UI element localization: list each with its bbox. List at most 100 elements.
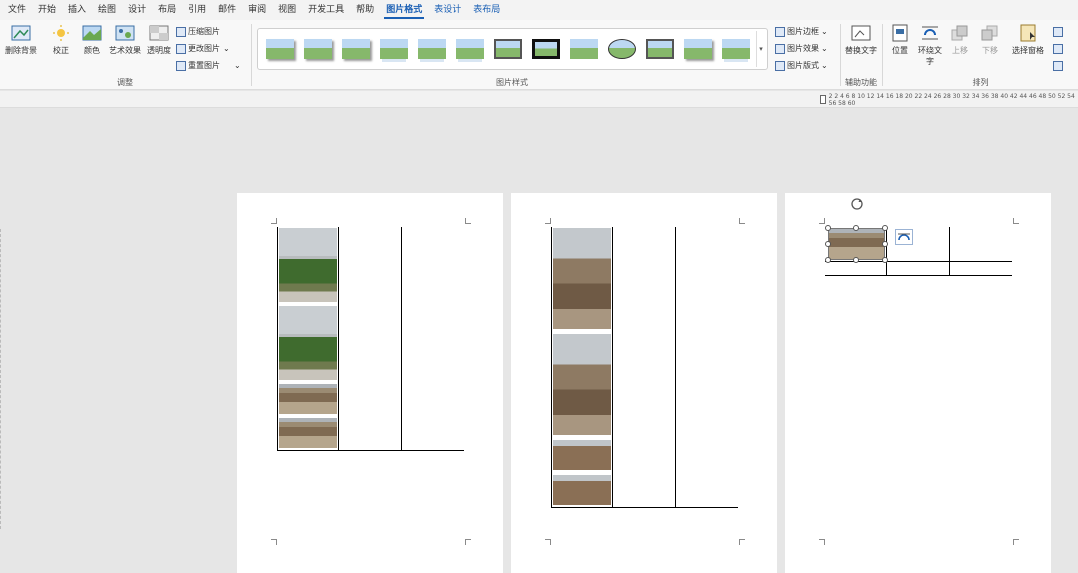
tab-draw[interactable]: 绘图 [92, 0, 122, 20]
margin-corner-mark [545, 539, 551, 545]
selected-picture[interactable] [828, 228, 885, 260]
picture-border-button[interactable]: 图片边框 ⌄ [775, 24, 828, 39]
resize-handle[interactable] [882, 225, 888, 231]
tab-table-design[interactable]: 表设计 [428, 0, 467, 20]
chevron-down-icon: ⌄ [821, 61, 828, 70]
resize-handle[interactable] [825, 257, 831, 263]
compress-pictures-button[interactable]: 压缩图片 [176, 24, 220, 39]
resize-handle[interactable] [825, 225, 831, 231]
table-border [338, 227, 339, 451]
wrap-text-button[interactable]: 环绕文字 [915, 24, 945, 67]
photo-field[interactable] [278, 305, 338, 381]
picture-style-simple-frame[interactable] [264, 36, 296, 62]
position-icon [890, 24, 910, 42]
margin-corner-mark [465, 539, 471, 545]
margin-corner-mark [739, 539, 745, 545]
selection-pane-button[interactable]: 选择窗格 [1007, 24, 1049, 56]
photo-dirt-field[interactable] [552, 227, 612, 330]
picture-effects-button[interactable]: 图片效果 ⌄ [775, 41, 828, 56]
alt-text-icon [851, 24, 871, 42]
align-icon [1053, 26, 1063, 37]
picture-style-oval[interactable] [606, 36, 638, 62]
resize-handle[interactable] [853, 225, 859, 231]
tab-picture-format[interactable]: 图片格式 [380, 0, 428, 20]
photo-road[interactable] [278, 383, 338, 415]
table-border [949, 227, 950, 275]
reset-picture-icon [176, 60, 186, 71]
margin-corner-mark [739, 218, 745, 224]
margin-corner-mark [1013, 539, 1019, 545]
photo-field[interactable] [278, 227, 338, 303]
artistic-effects-button[interactable]: 艺术效果 [108, 24, 142, 56]
chevron-down-icon: ⌄ [223, 44, 230, 53]
wrap-text-icon [920, 24, 940, 42]
remove-background-button[interactable]: 删除背景 [2, 24, 40, 56]
picture-style-bevel[interactable] [682, 36, 714, 62]
tab-view[interactable]: 视图 [272, 0, 302, 20]
tab-table-layout[interactable]: 表布局 [467, 0, 506, 20]
picture-style-drop-shadow[interactable] [340, 36, 372, 62]
change-picture-button[interactable]: 更改图片 ⌄ [176, 41, 230, 56]
table-border [551, 507, 738, 508]
picture-styles-gallery: ▾ [257, 28, 768, 70]
tab-design[interactable]: 设计 [122, 0, 152, 20]
rotate-button[interactable] [1053, 58, 1065, 73]
table-border [886, 227, 887, 275]
bring-forward-icon [950, 24, 970, 42]
rotate-handle-icon[interactable] [850, 196, 864, 210]
group-button[interactable] [1053, 41, 1065, 56]
margin-corner-mark [545, 218, 551, 224]
tab-mailings[interactable]: 邮件 [212, 0, 242, 20]
tab-help[interactable]: 帮助 [350, 0, 380, 20]
bring-forward-button[interactable]: 上移 [947, 24, 973, 56]
ruler-scale[interactable]: 2 2 4 6 8 10 12 14 16 18 20 22 24 26 28 … [820, 93, 1078, 107]
alt-text-button[interactable]: 替换文字 [845, 24, 877, 56]
page-3 [785, 193, 1051, 573]
tab-developer[interactable]: 开发工具 [302, 0, 350, 20]
corrections-button[interactable]: 校正 [48, 24, 74, 56]
chevron-down-icon: ⌄ [821, 27, 828, 36]
picture-style-reflected[interactable] [378, 36, 410, 62]
resize-handle[interactable] [853, 257, 859, 263]
photo-road[interactable] [278, 417, 338, 449]
picture-style-reflected-rounded[interactable] [416, 36, 448, 62]
picture-style-soft-edge[interactable] [302, 36, 334, 62]
picture-style-thick-frame[interactable] [492, 36, 524, 62]
reset-picture-button[interactable]: 重置图片 ⌄ [176, 58, 241, 73]
adjust-group: 删除背景 校正 颜色 艺术效果 透明度 压缩图片 更改图片 ⌄ 重置图片 ⌄ 调… [0, 20, 250, 90]
align-button[interactable] [1053, 24, 1065, 39]
resize-handle[interactable] [825, 241, 831, 247]
position-button[interactable]: 位置 [887, 24, 913, 56]
send-backward-button[interactable]: 下移 [977, 24, 1003, 56]
resize-handle[interactable] [882, 241, 888, 247]
resize-handle[interactable] [882, 257, 888, 263]
ribbon-tabs: 文件 开始 插入 绘图 设计 布局 引用 邮件 审阅 视图 开发工具 帮助 图片… [0, 0, 1078, 20]
picture-style-soft-reflection[interactable] [454, 36, 486, 62]
change-picture-icon [176, 43, 186, 54]
tab-file[interactable]: 文件 [2, 0, 32, 20]
picture-border-icon [775, 26, 785, 37]
color-button[interactable]: 颜色 [80, 24, 104, 56]
picture-style-black-frame[interactable] [530, 36, 562, 62]
photo-dirt-field[interactable] [552, 333, 612, 436]
tab-review[interactable]: 审阅 [242, 0, 272, 20]
word-window: 文件 开始 插入 绘图 设计 布局 引用 邮件 审阅 视图 开发工具 帮助 图片… [0, 0, 1078, 573]
picture-style-perspective[interactable] [720, 36, 752, 62]
table-border [825, 275, 1012, 276]
photo-dirt-field[interactable] [552, 474, 612, 506]
tab-insert[interactable]: 插入 [62, 0, 92, 20]
chevron-down-icon: ⌄ [234, 61, 241, 70]
indent-marker-icon[interactable] [820, 95, 826, 104]
gallery-more-button[interactable]: ▾ [756, 31, 765, 67]
picture-layout-button[interactable]: 图片版式 ⌄ [775, 58, 828, 73]
tab-home[interactable]: 开始 [32, 0, 62, 20]
picture-style-plain[interactable] [568, 36, 600, 62]
tab-layout[interactable]: 布局 [152, 0, 182, 20]
margin-corner-mark [1013, 218, 1019, 224]
transparency-button[interactable]: 透明度 [146, 24, 172, 56]
tab-references[interactable]: 引用 [182, 0, 212, 20]
page-1 [237, 193, 503, 573]
picture-style-metal-frame[interactable] [644, 36, 676, 62]
photo-dirt-field[interactable] [552, 439, 612, 471]
layout-options-icon[interactable] [895, 229, 913, 245]
